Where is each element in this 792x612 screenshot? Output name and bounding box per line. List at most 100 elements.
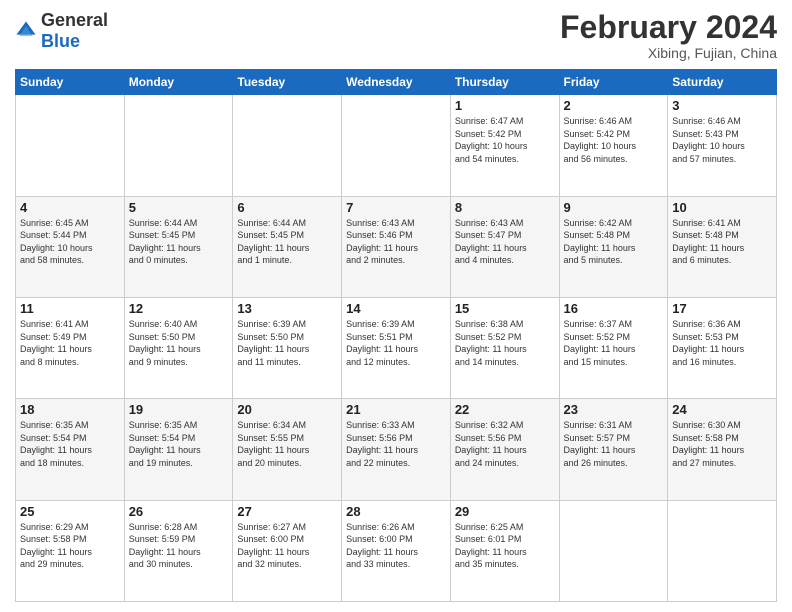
day-info: Sunrise: 6:35 AM Sunset: 5:54 PM Dayligh… (20, 419, 120, 469)
day-info: Sunrise: 6:44 AM Sunset: 5:45 PM Dayligh… (129, 217, 229, 267)
calendar-cell: 13 Sunrise: 6:39 AM Sunset: 5:50 PM Dayli… (233, 297, 342, 398)
day-info: Sunrise: 6:40 AM Sunset: 5:50 PM Dayligh… (129, 318, 229, 368)
col-wednesday: Wednesday (342, 70, 451, 95)
logo: General Blue (15, 10, 108, 52)
logo-general-text: General (41, 10, 108, 30)
calendar-cell: 3 Sunrise: 6:46 AM Sunset: 5:43 PM Daylig… (668, 95, 777, 196)
day-number: 16 (564, 301, 664, 316)
header: General Blue February 2024 Xibing, Fujia… (15, 10, 777, 61)
calendar-cell: 26 Sunrise: 6:28 AM Sunset: 5:59 PM Dayli… (124, 500, 233, 601)
day-number: 14 (346, 301, 446, 316)
calendar-cell (559, 500, 668, 601)
col-sunday: Sunday (16, 70, 125, 95)
calendar-cell: 4Sunrise: 6:45 AM Sunset: 5:44 PM Daylig… (16, 196, 125, 297)
day-number: 7 (346, 200, 446, 215)
day-number: 1 (455, 98, 555, 113)
col-saturday: Saturday (668, 70, 777, 95)
day-info: Sunrise: 6:25 AM Sunset: 6:01 PM Dayligh… (455, 521, 555, 571)
day-info: Sunrise: 6:26 AM Sunset: 6:00 PM Dayligh… (346, 521, 446, 571)
day-number: 18 (20, 402, 120, 417)
day-info: Sunrise: 6:30 AM Sunset: 5:58 PM Dayligh… (672, 419, 772, 469)
page: General Blue February 2024 Xibing, Fujia… (0, 0, 792, 612)
day-number: 19 (129, 402, 229, 417)
calendar-cell: 14 Sunrise: 6:39 AM Sunset: 5:51 PM Dayli… (342, 297, 451, 398)
day-info: Sunrise: 6:41 AM Sunset: 5:48 PM Dayligh… (672, 217, 772, 267)
day-info: Sunrise: 6:46 AM Sunset: 5:43 PM Dayligh… (672, 115, 772, 165)
calendar-cell: 15 Sunrise: 6:38 AM Sunset: 5:52 PM Dayli… (450, 297, 559, 398)
day-number: 4 (20, 200, 120, 215)
day-number: 23 (564, 402, 664, 417)
day-info: Sunrise: 6:27 AM Sunset: 6:00 PM Dayligh… (237, 521, 337, 571)
calendar-week-row: 11Sunrise: 6:41 AM Sunset: 5:49 PM Dayli… (16, 297, 777, 398)
day-number: 24 (672, 402, 772, 417)
calendar-cell: 25Sunrise: 6:29 AM Sunset: 5:58 PM Dayli… (16, 500, 125, 601)
day-info: Sunrise: 6:32 AM Sunset: 5:56 PM Dayligh… (455, 419, 555, 469)
col-monday: Monday (124, 70, 233, 95)
day-info: Sunrise: 6:39 AM Sunset: 5:50 PM Dayligh… (237, 318, 337, 368)
day-info: Sunrise: 6:29 AM Sunset: 5:58 PM Dayligh… (20, 521, 120, 571)
day-number: 29 (455, 504, 555, 519)
logo-icon (15, 20, 37, 42)
calendar-cell: 5 Sunrise: 6:44 AM Sunset: 5:45 PM Daylig… (124, 196, 233, 297)
day-info: Sunrise: 6:47 AM Sunset: 5:42 PM Dayligh… (455, 115, 555, 165)
calendar-table: Sunday Monday Tuesday Wednesday Thursday… (15, 69, 777, 602)
calendar-week-row: 25Sunrise: 6:29 AM Sunset: 5:58 PM Dayli… (16, 500, 777, 601)
day-number: 10 (672, 200, 772, 215)
calendar-cell: 24 Sunrise: 6:30 AM Sunset: 5:58 PM Dayli… (668, 399, 777, 500)
month-title: February 2024 (560, 10, 777, 45)
day-info: Sunrise: 6:28 AM Sunset: 5:59 PM Dayligh… (129, 521, 229, 571)
calendar-cell: 19Sunrise: 6:35 AM Sunset: 5:54 PM Dayli… (124, 399, 233, 500)
day-info: Sunrise: 6:44 AM Sunset: 5:45 PM Dayligh… (237, 217, 337, 267)
day-number: 8 (455, 200, 555, 215)
calendar-header-row: Sunday Monday Tuesday Wednesday Thursday… (16, 70, 777, 95)
day-info: Sunrise: 6:39 AM Sunset: 5:51 PM Dayligh… (346, 318, 446, 368)
day-info: Sunrise: 6:46 AM Sunset: 5:42 PM Dayligh… (564, 115, 664, 165)
day-info: Sunrise: 6:37 AM Sunset: 5:52 PM Dayligh… (564, 318, 664, 368)
calendar-cell: 11Sunrise: 6:41 AM Sunset: 5:49 PM Dayli… (16, 297, 125, 398)
calendar-cell: 9 Sunrise: 6:42 AM Sunset: 5:48 PM Daylig… (559, 196, 668, 297)
calendar-cell: 22 Sunrise: 6:32 AM Sunset: 5:56 PM Dayli… (450, 399, 559, 500)
day-number: 21 (346, 402, 446, 417)
calendar-cell (233, 95, 342, 196)
day-number: 28 (346, 504, 446, 519)
calendar-cell: 17 Sunrise: 6:36 AM Sunset: 5:53 PM Dayli… (668, 297, 777, 398)
calendar-cell: 18 Sunrise: 6:35 AM Sunset: 5:54 PM Dayli… (16, 399, 125, 500)
day-number: 12 (129, 301, 229, 316)
day-number: 5 (129, 200, 229, 215)
day-info: Sunrise: 6:36 AM Sunset: 5:53 PM Dayligh… (672, 318, 772, 368)
calendar-cell: 6 Sunrise: 6:44 AM Sunset: 5:45 PM Daylig… (233, 196, 342, 297)
day-info: Sunrise: 6:42 AM Sunset: 5:48 PM Dayligh… (564, 217, 664, 267)
calendar-cell: 27 Sunrise: 6:27 AM Sunset: 6:00 PM Dayli… (233, 500, 342, 601)
day-number: 20 (237, 402, 337, 417)
calendar-cell (668, 500, 777, 601)
calendar-cell: 10 Sunrise: 6:41 AM Sunset: 5:48 PM Dayli… (668, 196, 777, 297)
day-info: Sunrise: 6:34 AM Sunset: 5:55 PM Dayligh… (237, 419, 337, 469)
calendar-cell: 20 Sunrise: 6:34 AM Sunset: 5:55 PM Dayli… (233, 399, 342, 500)
calendar-cell: 12 Sunrise: 6:40 AM Sunset: 5:50 PM Dayli… (124, 297, 233, 398)
day-info: Sunrise: 6:38 AM Sunset: 5:52 PM Dayligh… (455, 318, 555, 368)
calendar-cell: 21 Sunrise: 6:33 AM Sunset: 5:56 PM Dayli… (342, 399, 451, 500)
day-info: Sunrise: 6:41 AM Sunset: 5:49 PM Dayligh… (20, 318, 120, 368)
day-number: 9 (564, 200, 664, 215)
day-number: 27 (237, 504, 337, 519)
calendar-cell: 23Sunrise: 6:31 AM Sunset: 5:57 PM Dayli… (559, 399, 668, 500)
location-text: Xibing, Fujian, China (560, 45, 777, 61)
day-number: 6 (237, 200, 337, 215)
day-number: 26 (129, 504, 229, 519)
calendar-cell: 2 Sunrise: 6:46 AM Sunset: 5:42 PM Daylig… (559, 95, 668, 196)
day-info: Sunrise: 6:33 AM Sunset: 5:56 PM Dayligh… (346, 419, 446, 469)
day-number: 13 (237, 301, 337, 316)
col-friday: Friday (559, 70, 668, 95)
logo-blue-text: Blue (41, 31, 80, 51)
calendar-cell (124, 95, 233, 196)
calendar-week-row: 18 Sunrise: 6:35 AM Sunset: 5:54 PM Dayli… (16, 399, 777, 500)
day-number: 17 (672, 301, 772, 316)
calendar-cell: 8Sunrise: 6:43 AM Sunset: 5:47 PM Daylig… (450, 196, 559, 297)
day-number: 3 (672, 98, 772, 113)
day-number: 15 (455, 301, 555, 316)
day-number: 22 (455, 402, 555, 417)
calendar-cell (342, 95, 451, 196)
calendar-cell: 16 Sunrise: 6:37 AM Sunset: 5:52 PM Dayli… (559, 297, 668, 398)
calendar-cell: 1 Sunrise: 6:47 AM Sunset: 5:42 PM Daylig… (450, 95, 559, 196)
day-number: 2 (564, 98, 664, 113)
